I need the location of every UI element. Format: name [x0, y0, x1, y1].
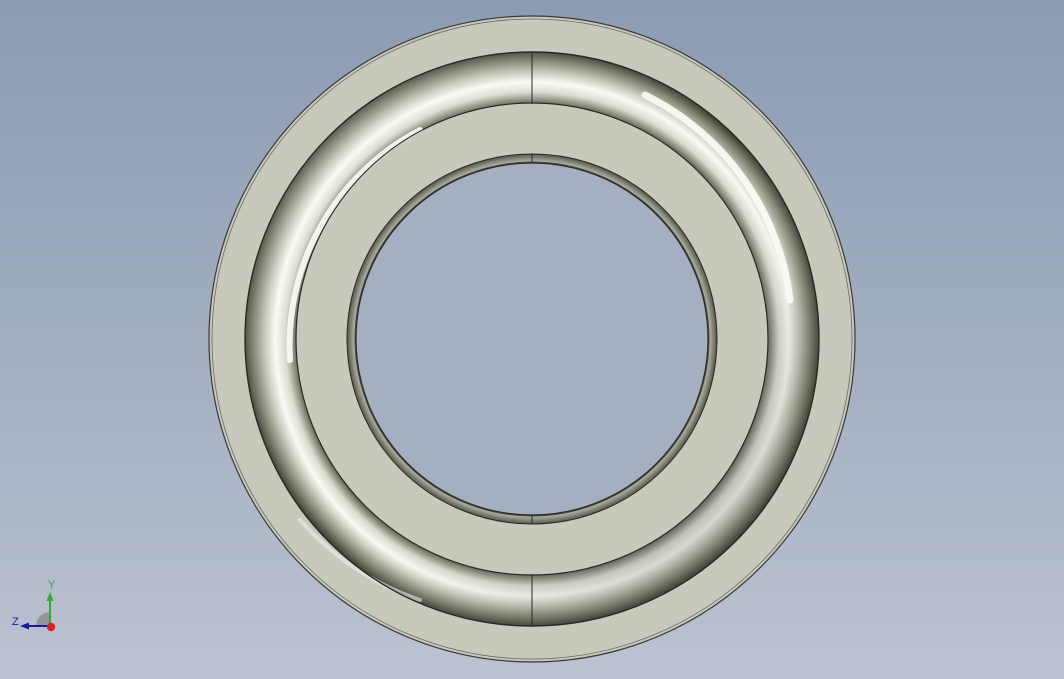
z-axis-label: Z: [12, 616, 19, 628]
bearing-seal-model[interactable]: [0, 0, 1064, 679]
view-triad-icon: [20, 592, 56, 632]
graphics-viewport[interactable]: Y Z: [0, 0, 1064, 679]
y-axis-label: Y: [48, 579, 56, 591]
bore-hole: [355, 162, 709, 516]
view-triad[interactable]: Y Z: [8, 578, 68, 638]
